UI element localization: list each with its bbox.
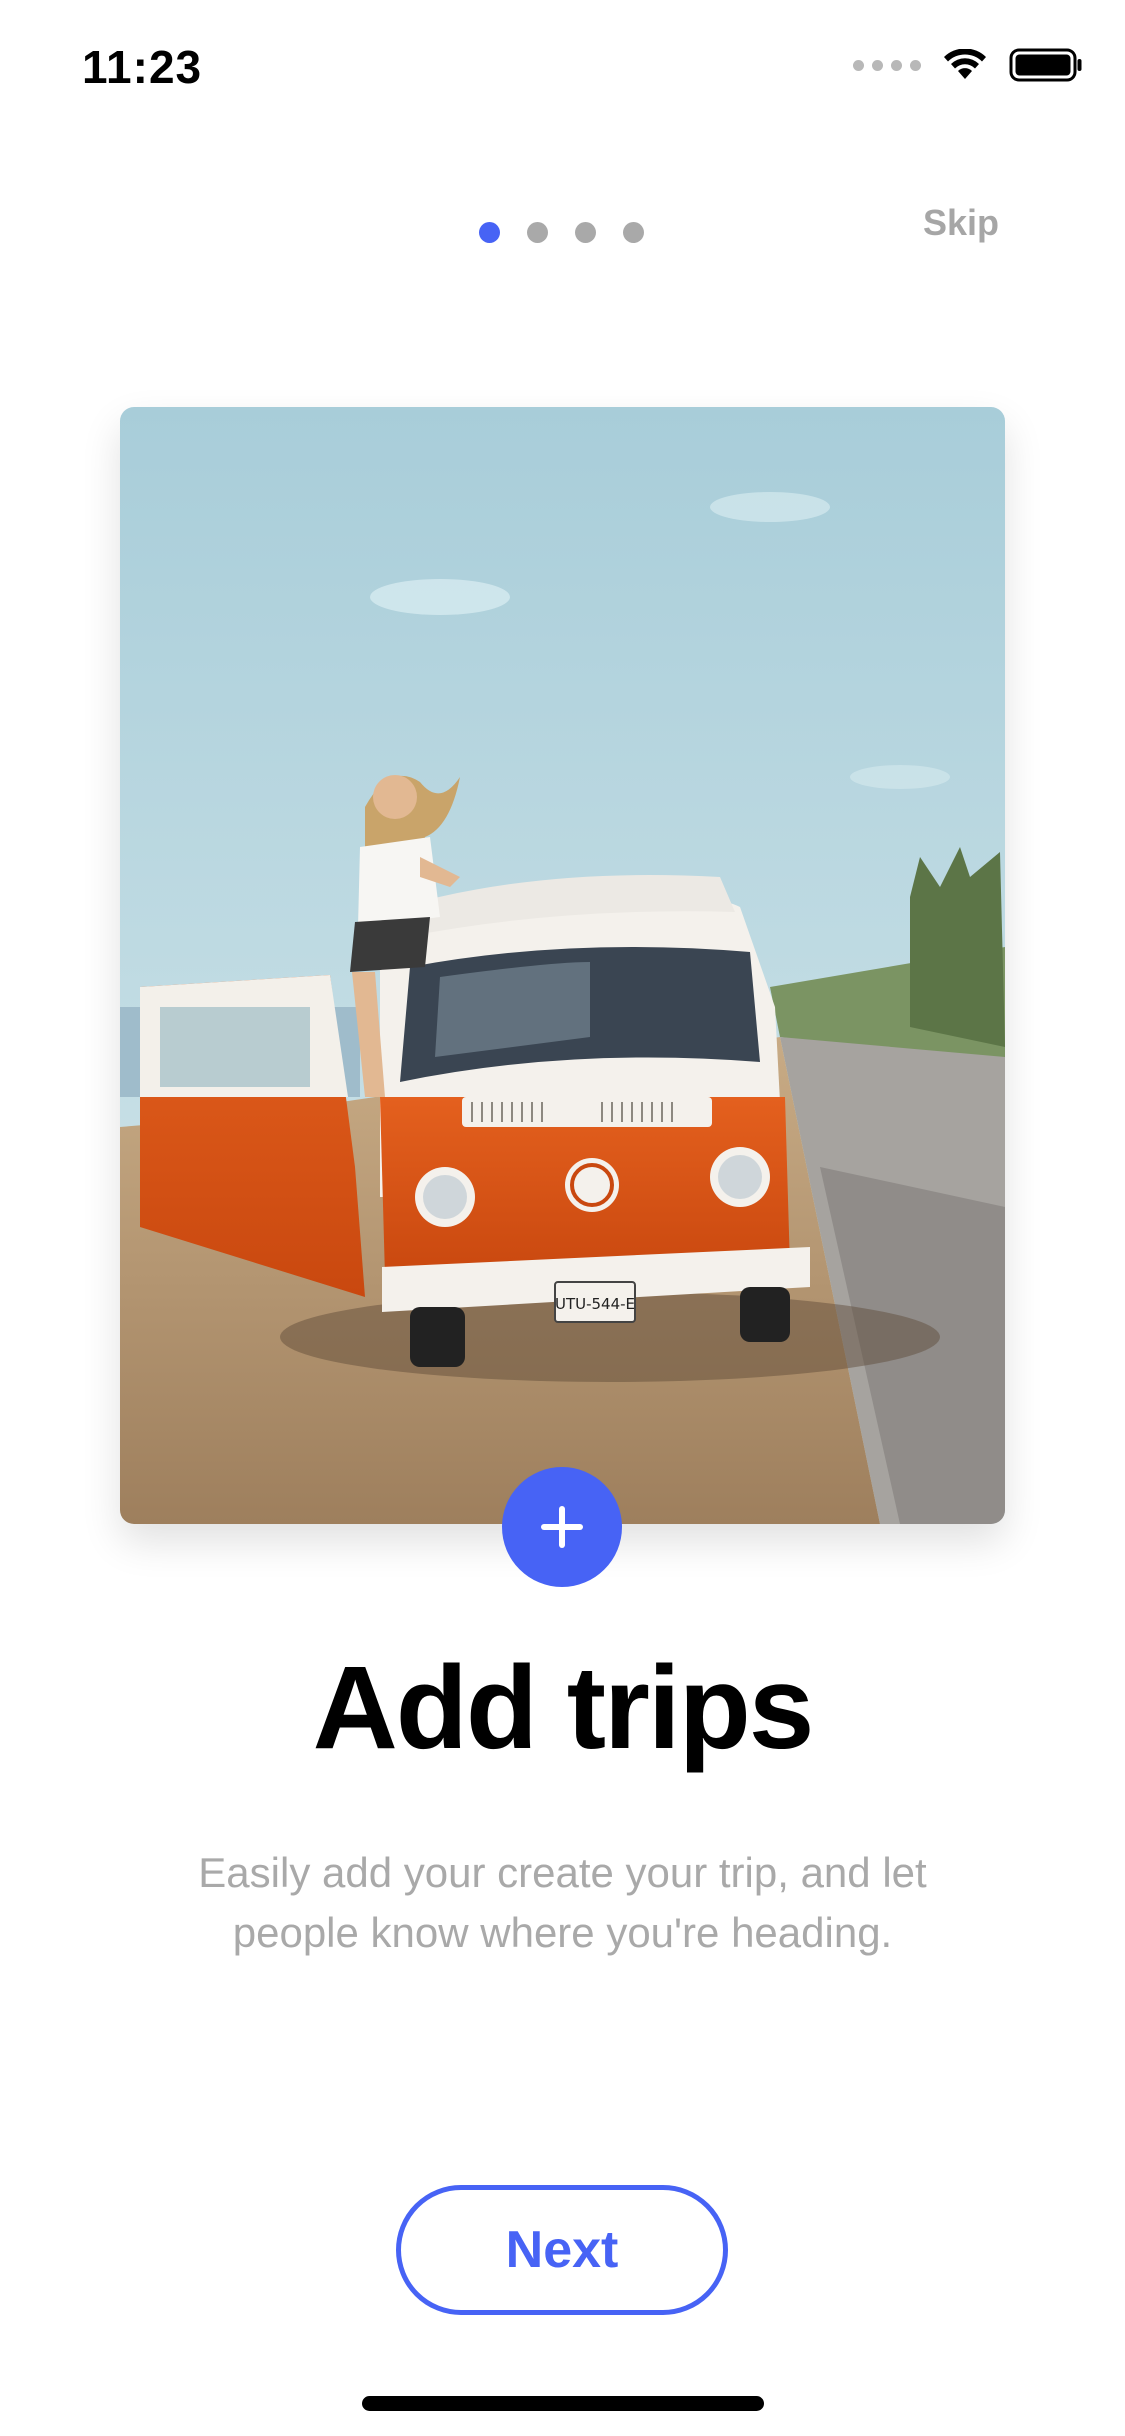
page-indicator — [479, 222, 644, 243]
page-dot — [527, 222, 548, 243]
trip-photo-card: UTU-544-E — [120, 407, 1005, 1524]
add-trip-button[interactable] — [502, 1467, 622, 1587]
license-plate: UTU-544-E — [555, 1295, 635, 1313]
signal-icon — [853, 59, 921, 71]
page-title: Add trips — [312, 1642, 815, 1774]
onboarding-screen: 11:23 Skip UTU-544-E Add trips Easily ad… — [0, 0, 1125, 2436]
skip-button[interactable]: Skip — [923, 202, 999, 244]
page-dot — [575, 222, 596, 243]
van-beach-photo: UTU-544-E — [120, 407, 1005, 1524]
status-icons — [853, 48, 1083, 82]
plus-icon — [541, 1506, 583, 1548]
wifi-icon — [944, 49, 986, 79]
next-button[interactable]: Next — [396, 2185, 728, 2315]
page-description: Easily add your create your trip, and le… — [198, 1849, 927, 1956]
page-dot — [623, 222, 644, 243]
status-bar: 11:23 — [0, 0, 1125, 132]
battery-icon — [1009, 48, 1082, 82]
status-time: 11:23 — [82, 41, 203, 93]
home-indicator[interactable] — [362, 2396, 764, 2411]
page-dot-active — [479, 222, 500, 243]
